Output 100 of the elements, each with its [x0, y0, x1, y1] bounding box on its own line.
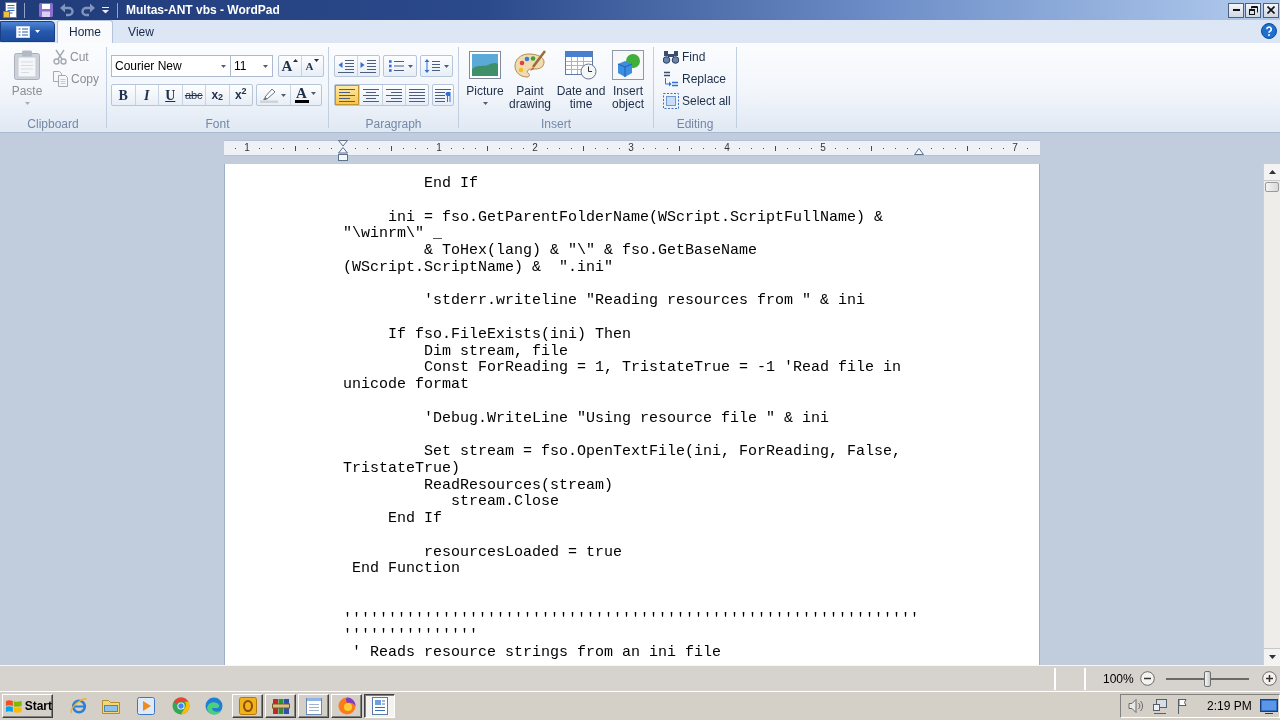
zoom-out-icon[interactable]: [1139, 671, 1155, 686]
strikethrough-button[interactable]: abc: [181, 85, 205, 105]
ruler-number: 5: [820, 141, 826, 155]
paint-drawing-button[interactable]: Paint drawing: [506, 46, 554, 114]
code-line: unicode format: [343, 376, 470, 393]
restore-button[interactable]: [1245, 2, 1261, 18]
code-line: 'stderr.writeline "Reading resources from " & ini: [424, 292, 866, 310]
document-icon: [371, 697, 388, 715]
code-line: ReadResources(stream): [424, 476, 614, 494]
close-icon: [1267, 6, 1275, 14]
ruler-number: 7: [1012, 141, 1018, 155]
find-button[interactable]: Find: [660, 46, 734, 68]
paragraph-settings-button[interactable]: [432, 84, 454, 106]
underline-button[interactable]: U: [158, 85, 182, 105]
italic-button[interactable]: I: [134, 85, 158, 105]
scroll-down-button[interactable]: [1264, 648, 1280, 665]
play-icon[interactable]: [137, 697, 155, 715]
customize-caret-icon[interactable]: [102, 6, 109, 14]
scrollbar[interactable]: [1263, 164, 1280, 665]
book-stack-icon: [271, 697, 290, 715]
minimize-icon: [1232, 9, 1240, 11]
ribbon-tab[interactable]: Home: [57, 20, 113, 43]
ruler-number: 1: [436, 141, 442, 155]
down-arrow-icon: [1268, 655, 1276, 659]
restore-icon: [1248, 5, 1258, 15]
group-label: Insert: [541, 117, 571, 132]
align-center-button[interactable]: [359, 85, 382, 105]
highlighter-icon: [260, 87, 279, 103]
bold-button[interactable]: B: [112, 85, 135, 105]
speaker-icon[interactable]: [1128, 698, 1145, 714]
wave-logo-icon[interactable]: [205, 697, 223, 715]
caret-icon: [221, 64, 226, 68]
shrink-font-button[interactable]: A: [301, 56, 323, 76]
ruler-number: 2: [532, 141, 538, 155]
decrease-indent-icon: [337, 59, 354, 73]
close-button[interactable]: [1263, 2, 1279, 18]
font-family-field[interactable]: Courier New: [111, 55, 231, 77]
ribbon-tab[interactable]: View: [113, 20, 169, 43]
justify-button[interactable]: [405, 85, 428, 105]
folder-icon[interactable]: [102, 698, 120, 714]
insert-object-button[interactable]: Insert object: [608, 46, 648, 114]
subscript-button[interactable]: x$_{2}$: [205, 85, 229, 105]
code-line: End Function: [352, 560, 461, 578]
slider-thumb[interactable]: [1204, 670, 1212, 687]
up-arrow-icon: [1268, 170, 1276, 174]
round-logo-icon[interactable]: [172, 697, 190, 715]
increase-indent-button[interactable]: [356, 56, 379, 76]
browser-e-icon[interactable]: [70, 697, 88, 715]
app-document-icon[interactable]: [3, 2, 19, 18]
superscript-button[interactable]: x$^{2}$: [228, 85, 252, 105]
code-line: End If: [424, 175, 478, 192]
scroll-up-button[interactable]: [1264, 164, 1280, 181]
scroll-thumb[interactable]: [1265, 182, 1279, 192]
group-label: Clipboard: [27, 117, 79, 132]
grow-font-button[interactable]: A: [279, 56, 301, 76]
right-indent-marker-icon[interactable]: [914, 148, 924, 155]
save-icon[interactable]: [39, 3, 53, 17]
code-line: If fso.FileExists(ini) Then: [388, 325, 632, 343]
code-line: '''''''''''''''''''''''''''''''''''''''''''''''''''''''''''''''': [343, 610, 920, 628]
minimize-button[interactable]: [1228, 2, 1244, 18]
code-line: TristateTrue): [343, 459, 461, 477]
select-all-icon: [663, 93, 679, 109]
code-line: & ToHex(lang) & "\" & fso.GetBaseName: [424, 242, 758, 259]
align-lines-icon: [409, 88, 425, 102]
ruler-number: 4: [724, 141, 730, 155]
group-label: Editing: [676, 117, 714, 132]
picture-button[interactable]: Picture: [465, 46, 505, 114]
monitor-icon[interactable]: [1260, 698, 1278, 714]
font-size-field[interactable]: 11: [231, 55, 273, 77]
font-color-button[interactable]: A: [289, 85, 321, 105]
code-line: resourcesLoaded = true: [424, 543, 623, 561]
select-all-button[interactable]: Select all: [660, 90, 734, 112]
align-right-button[interactable]: [382, 85, 405, 105]
caret-up-icon: [293, 59, 299, 62]
zoom-level-text: 100%: [1103, 671, 1134, 686]
line-spacing-button[interactable]: [420, 55, 453, 77]
caret-icon: [314, 59, 320, 62]
help-icon[interactable]: [1261, 23, 1277, 39]
zoom-in-icon[interactable]: [1261, 671, 1277, 686]
code-line: Set stream = fso.OpenTextFile(ini, ForReading, False,: [424, 443, 902, 460]
bullets-button[interactable]: [383, 55, 417, 77]
indent-marker-icon[interactable]: [338, 140, 348, 161]
group-label: Paragraph: [365, 117, 422, 132]
code-line: 'Debug.WriteLine "Using resource file " & ini: [424, 409, 830, 427]
network-icon[interactable]: [1152, 698, 1168, 714]
code-line: "\winrm\" _: [343, 225, 443, 243]
taskbar-button[interactable]: [364, 694, 395, 718]
group-label: Font: [205, 117, 230, 132]
replace-icon: [663, 71, 679, 87]
align-left-button[interactable]: [335, 85, 359, 105]
file-menu-button[interactable]: [0, 21, 55, 42]
caret-icon: [263, 64, 268, 68]
notepad-icon: [305, 697, 322, 715]
align-lines-icon: [363, 88, 379, 102]
date-time-button[interactable]: Date and time: [555, 46, 607, 114]
start-button[interactable]: Start: [2, 694, 53, 718]
bullet-list-icon: [387, 59, 404, 73]
replace-button[interactable]: Replace: [660, 68, 734, 90]
code-line: (WScript.ScriptName) & ".ini": [343, 258, 614, 276]
align-lines-icon: [339, 88, 355, 102]
